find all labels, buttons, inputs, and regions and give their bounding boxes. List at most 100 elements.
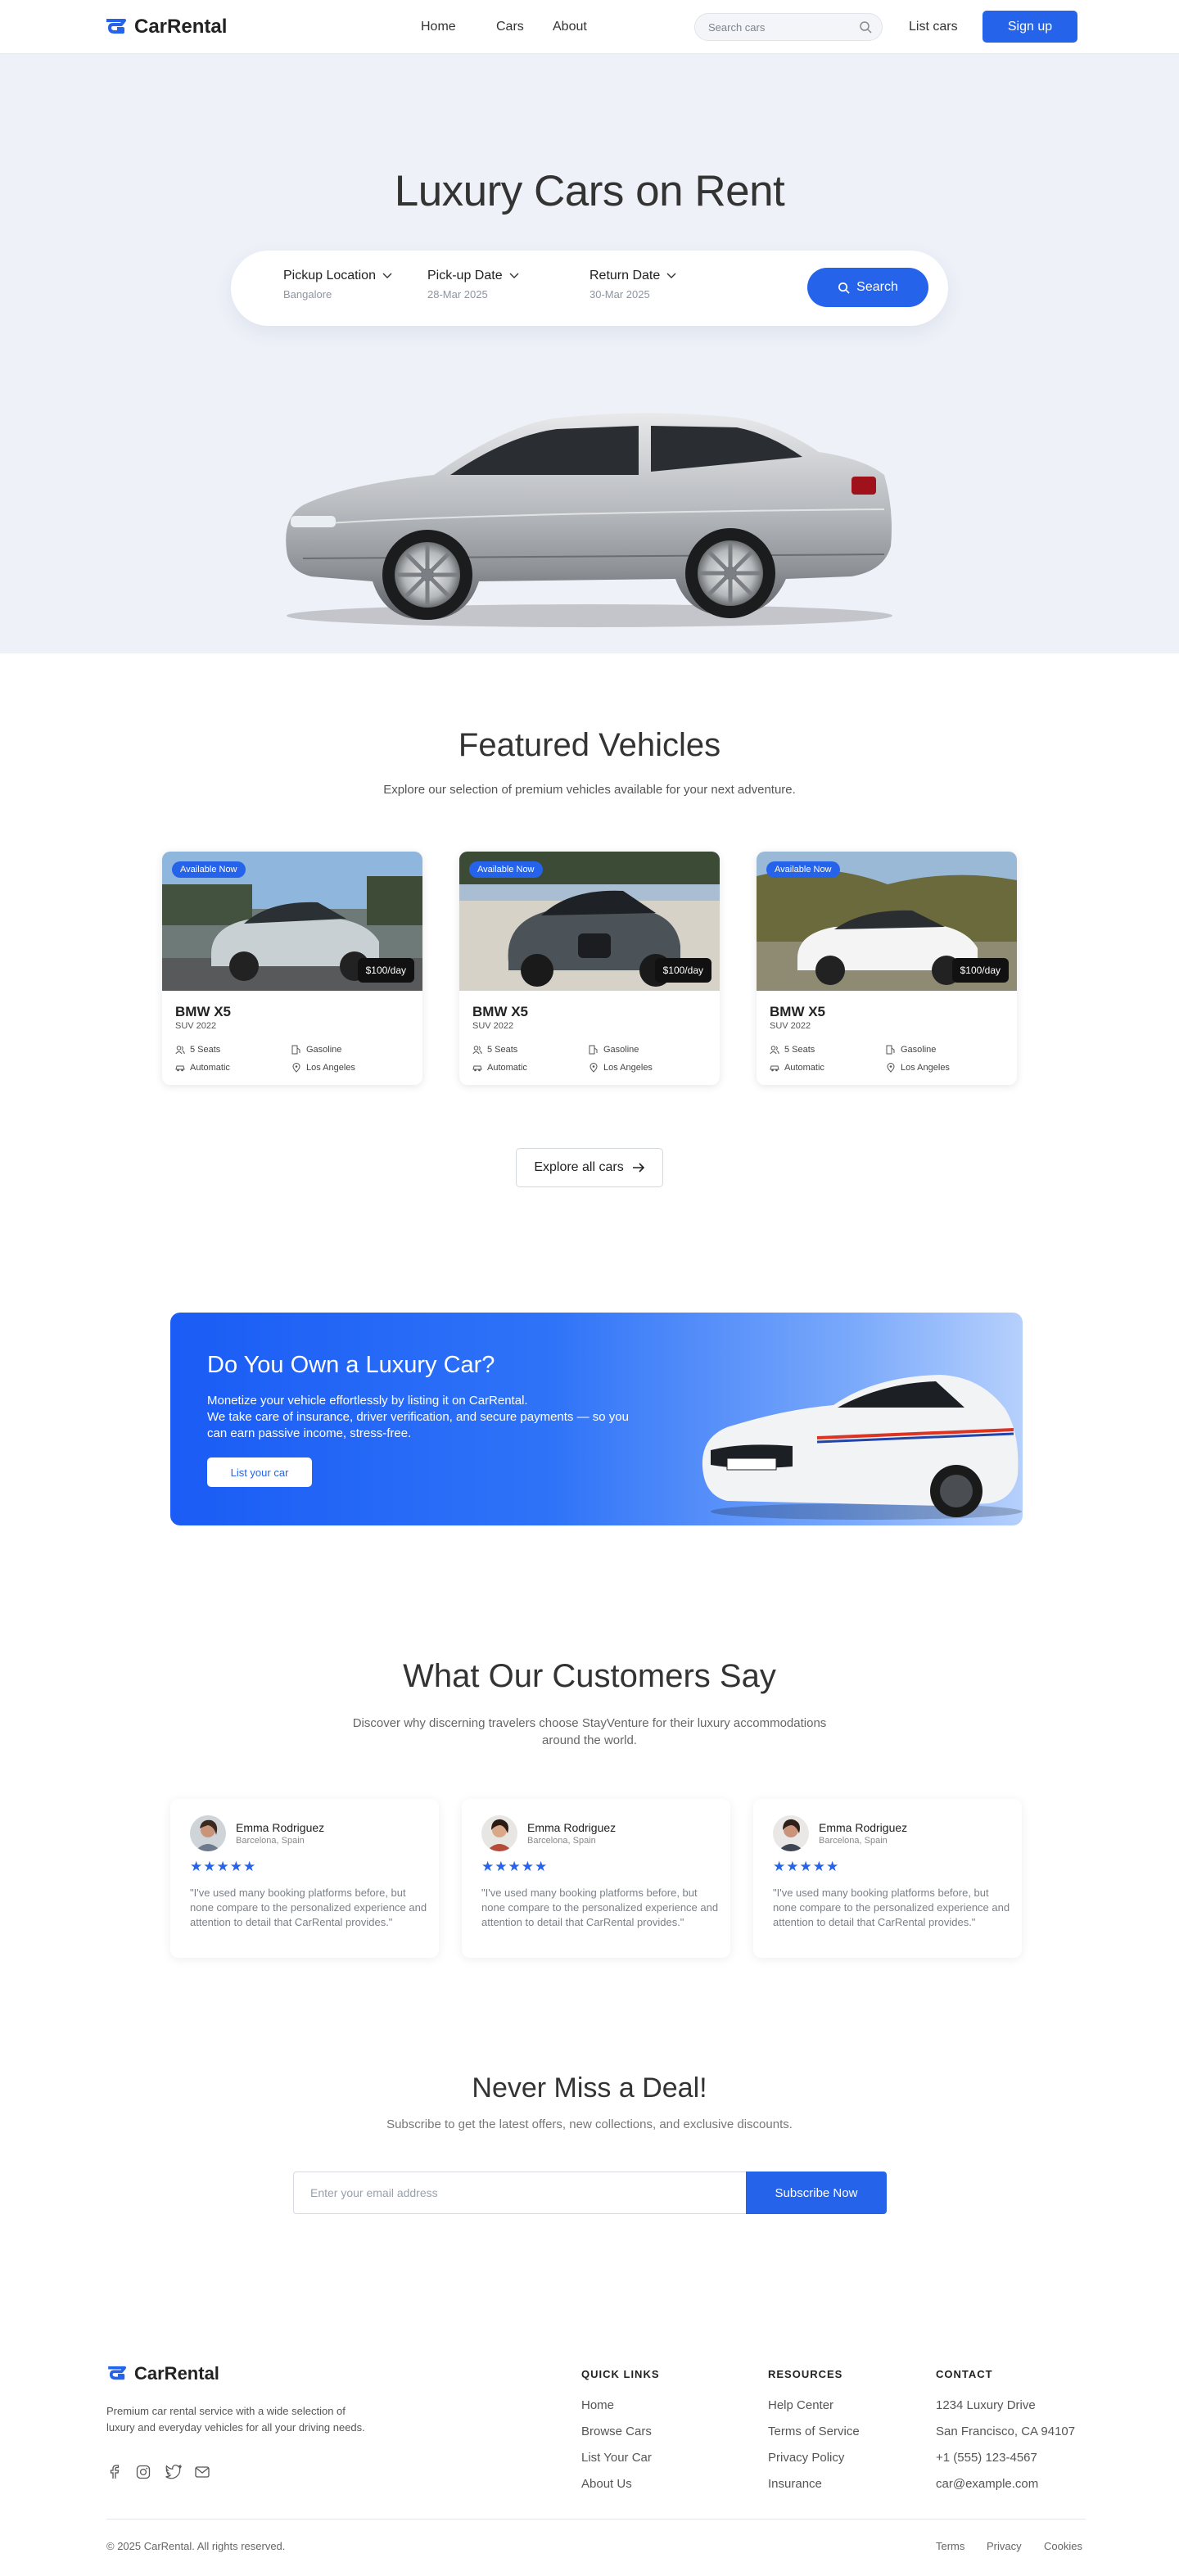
seats-text: 5 Seats (784, 1045, 815, 1055)
vehicle-card[interactable]: Available Now $100/day BMW X5 SUV 2022 5… (757, 852, 1017, 1085)
hero-section: Luxury Cars on Rent Pickup Location Bang… (0, 54, 1179, 653)
users-icon (472, 1046, 482, 1055)
owner-title: Do You Own a Luxury Car? (207, 1352, 495, 1378)
explore-label: Explore all cars (534, 1160, 624, 1174)
map-pin-icon (590, 1063, 598, 1073)
pickup-location-field[interactable]: Pickup Location Bangalore (283, 269, 392, 301)
location-spec: Los Angeles (886, 1063, 950, 1073)
footer-terms-link[interactable]: Terms (936, 2540, 964, 2552)
nav-home[interactable]: Home (421, 20, 456, 34)
contact-email[interactable]: car@example.com (936, 2477, 1038, 2491)
location-text: Los Angeles (901, 1063, 950, 1073)
location-spec: Los Angeles (291, 1063, 355, 1073)
fuel-text: Gasoline (901, 1045, 937, 1055)
footer-privacy-link[interactable]: Privacy (987, 2540, 1022, 2552)
avatar (190, 1815, 226, 1851)
fuel-spec: Gasoline (291, 1045, 341, 1055)
explore-all-cars-button[interactable]: Explore all cars (516, 1148, 663, 1187)
hero-car-image (286, 413, 892, 627)
vehicle-image: Available Now $100/day (162, 852, 422, 991)
vehicle-card[interactable]: Available Now $100/day BMW X5 SUV 2022 5… (459, 852, 720, 1085)
footer-link-privacy-policy[interactable]: Privacy Policy (768, 2451, 844, 2465)
footer-link-home[interactable]: Home (581, 2398, 614, 2412)
search-icon[interactable] (859, 20, 872, 34)
testimonial-card: Emma Rodriguez Barcelona, Spain ★★★★★ "I… (170, 1799, 439, 1958)
availability-badge: Available Now (469, 861, 543, 878)
subscribe-button[interactable]: Subscribe Now (746, 2172, 887, 2214)
star-rating: ★★★★★ (190, 1859, 257, 1874)
seats-text: 5 Seats (190, 1045, 221, 1055)
fuel-icon (886, 1045, 895, 1055)
price-tag: $100/day (951, 958, 1009, 983)
reviewer-name: Emma Rodriguez (819, 1821, 908, 1834)
reviewer-name: Emma Rodriguez (236, 1821, 325, 1834)
newsletter-subtitle: Subscribe to get the latest offers, new … (386, 2117, 793, 2131)
hero-search-button[interactable]: Search (807, 268, 928, 307)
footer-link-terms-of-service[interactable]: Terms of Service (768, 2425, 860, 2438)
footer-link-insurance[interactable]: Insurance (768, 2477, 822, 2491)
testimonial-card: Emma Rodriguez Barcelona, Spain ★★★★★ "I… (753, 1799, 1022, 1958)
location-text: Los Angeles (603, 1063, 653, 1073)
signup-button[interactable]: Sign up (982, 11, 1077, 43)
availability-badge: Available Now (172, 861, 246, 878)
vehicle-name: BMW X5 (472, 1004, 528, 1019)
email-field[interactable] (293, 2172, 747, 2214)
nav-about[interactable]: About (553, 20, 587, 34)
search-input[interactable] (708, 20, 859, 34)
pickup-date-field[interactable]: Pick-up Date 28-Mar 2025 (427, 269, 519, 301)
owner-line2: We take care of insurance, driver verifi… (207, 1410, 629, 1440)
seats-spec: 5 Seats (175, 1045, 220, 1055)
seats-spec: 5 Seats (770, 1045, 815, 1055)
star-rating: ★★★★★ (481, 1859, 549, 1874)
vehicle-name: BMW X5 (175, 1004, 231, 1019)
return-date-field[interactable]: Return Date 30-Mar 2025 (590, 269, 676, 301)
facebook-icon[interactable] (108, 2465, 120, 2479)
brand-logo[interactable]: CarRental (105, 16, 227, 38)
map-pin-icon (292, 1063, 300, 1073)
location-text: Los Angeles (306, 1063, 355, 1073)
search-bar (694, 13, 883, 41)
pickup-date-label: Pick-up Date (427, 269, 503, 282)
contact-address-line1: 1234 Luxury Drive (936, 2398, 1036, 2412)
seats-spec: 5 Seats (472, 1045, 517, 1055)
vehicle-card[interactable]: Available Now $100/day BMW X5 SUV 2022 5… (162, 852, 422, 1085)
logo-icon (108, 2366, 126, 2380)
contact-phone[interactable]: +1 (555) 123-4567 (936, 2451, 1037, 2465)
list-cars-link[interactable]: List cars (909, 20, 958, 34)
availability-badge: Available Now (766, 861, 840, 878)
reviewer-location: Barcelona, Spain (236, 1836, 305, 1846)
booking-bar: Pickup Location Bangalore Pick-up Date 2… (231, 251, 948, 326)
footer-link-about-us[interactable]: About Us (581, 2477, 632, 2491)
owner-brand: CarRental. (468, 1394, 528, 1408)
footer-link-browse-cars[interactable]: Browse Cars (581, 2425, 652, 2438)
search-icon (838, 282, 850, 294)
review-text: "I've used many booking platforms before… (481, 1887, 719, 1928)
footer-link-list-your-car[interactable]: List Your Car (581, 2451, 652, 2465)
contact-heading: CONTACT (936, 2368, 993, 2380)
logo-icon (106, 19, 126, 34)
reviewer-name: Emma Rodriguez (527, 1821, 617, 1834)
pickup-location-label: Pickup Location (283, 269, 376, 282)
hero-title: Luxury Cars on Rent (394, 167, 785, 215)
list-your-car-button[interactable]: List your car (207, 1457, 312, 1487)
arrow-right-icon (632, 1163, 644, 1173)
mail-icon[interactable] (195, 2465, 210, 2479)
site-header: CarRental Home Cars About List cars Sign… (0, 0, 1179, 54)
nav-cars[interactable]: Cars (496, 20, 524, 34)
chevron-down-icon (666, 273, 676, 278)
map-pin-icon (887, 1063, 895, 1073)
seats-text: 5 Seats (487, 1045, 518, 1055)
footer-link-help-center[interactable]: Help Center (768, 2398, 833, 2412)
avatar (481, 1815, 517, 1851)
star-rating: ★★★★★ (773, 1859, 840, 1874)
vehicle-name: BMW X5 (770, 1004, 825, 1019)
transmission-spec: Automatic (770, 1063, 824, 1073)
review-text: "I've used many booking platforms before… (190, 1887, 427, 1928)
twitter-icon[interactable] (165, 2465, 182, 2479)
vehicle-image: Available Now $100/day (459, 852, 720, 991)
instagram-icon[interactable] (136, 2465, 151, 2479)
car-icon (472, 1065, 482, 1072)
owner-description: Monetize your vehicle effortlessly by li… (207, 1393, 649, 1442)
footer-cookies-link[interactable]: Cookies (1044, 2540, 1082, 2552)
footer-brand-logo[interactable]: CarRental (106, 2363, 219, 2384)
